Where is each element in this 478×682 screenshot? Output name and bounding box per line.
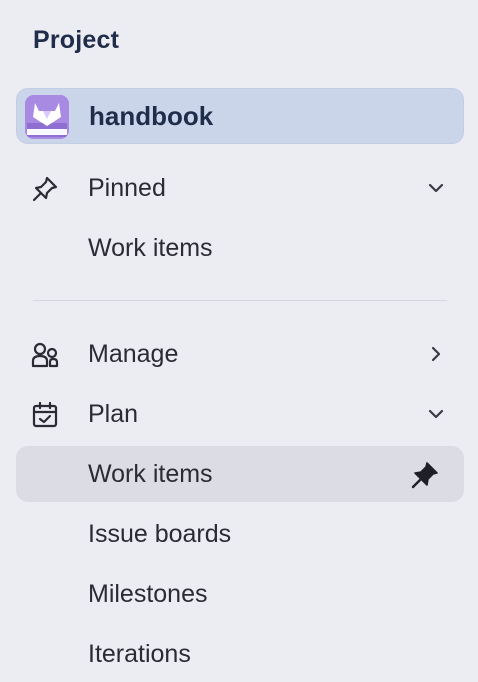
project-name: handbook <box>89 101 214 131</box>
plan-item-iterations[interactable]: Iterations <box>16 626 464 682</box>
pin-icon <box>30 174 60 204</box>
gitlab-handbook-icon <box>25 95 69 139</box>
pinned-item-work-items[interactable]: Work items <box>16 220 464 276</box>
plan-section-toggle[interactable]: Plan <box>16 386 464 442</box>
chevron-down-icon <box>426 178 446 198</box>
sidebar: Project handbook Pinned Work items Manag… <box>0 0 478 680</box>
plan-item-milestones[interactable]: Milestones <box>16 566 464 622</box>
pinned-item-label: Work items <box>88 234 213 262</box>
users-icon <box>30 340 60 370</box>
chevron-right-icon <box>426 344 446 364</box>
plan-item-label: Milestones <box>88 580 208 608</box>
manage-section-toggle[interactable]: Manage <box>16 326 464 382</box>
plan-item-issue-boards[interactable]: Issue boards <box>16 506 464 562</box>
section-divider <box>33 300 447 301</box>
pin-filled-icon[interactable] <box>410 460 440 490</box>
manage-label: Manage <box>88 340 179 368</box>
pinned-label: Pinned <box>88 174 166 202</box>
project-switcher[interactable]: handbook <box>16 88 464 144</box>
plan-item-label: Work items <box>88 460 213 488</box>
plan-item-work-items[interactable]: Work items <box>16 446 464 502</box>
plan-label: Plan <box>88 400 139 428</box>
plan-item-label: Iterations <box>88 640 191 668</box>
plan-item-label: Issue boards <box>88 520 232 548</box>
pinned-section-toggle[interactable]: Pinned <box>16 160 464 216</box>
calendar-check-icon <box>30 400 60 430</box>
section-title: Project <box>33 26 120 54</box>
chevron-down-icon <box>426 404 446 424</box>
